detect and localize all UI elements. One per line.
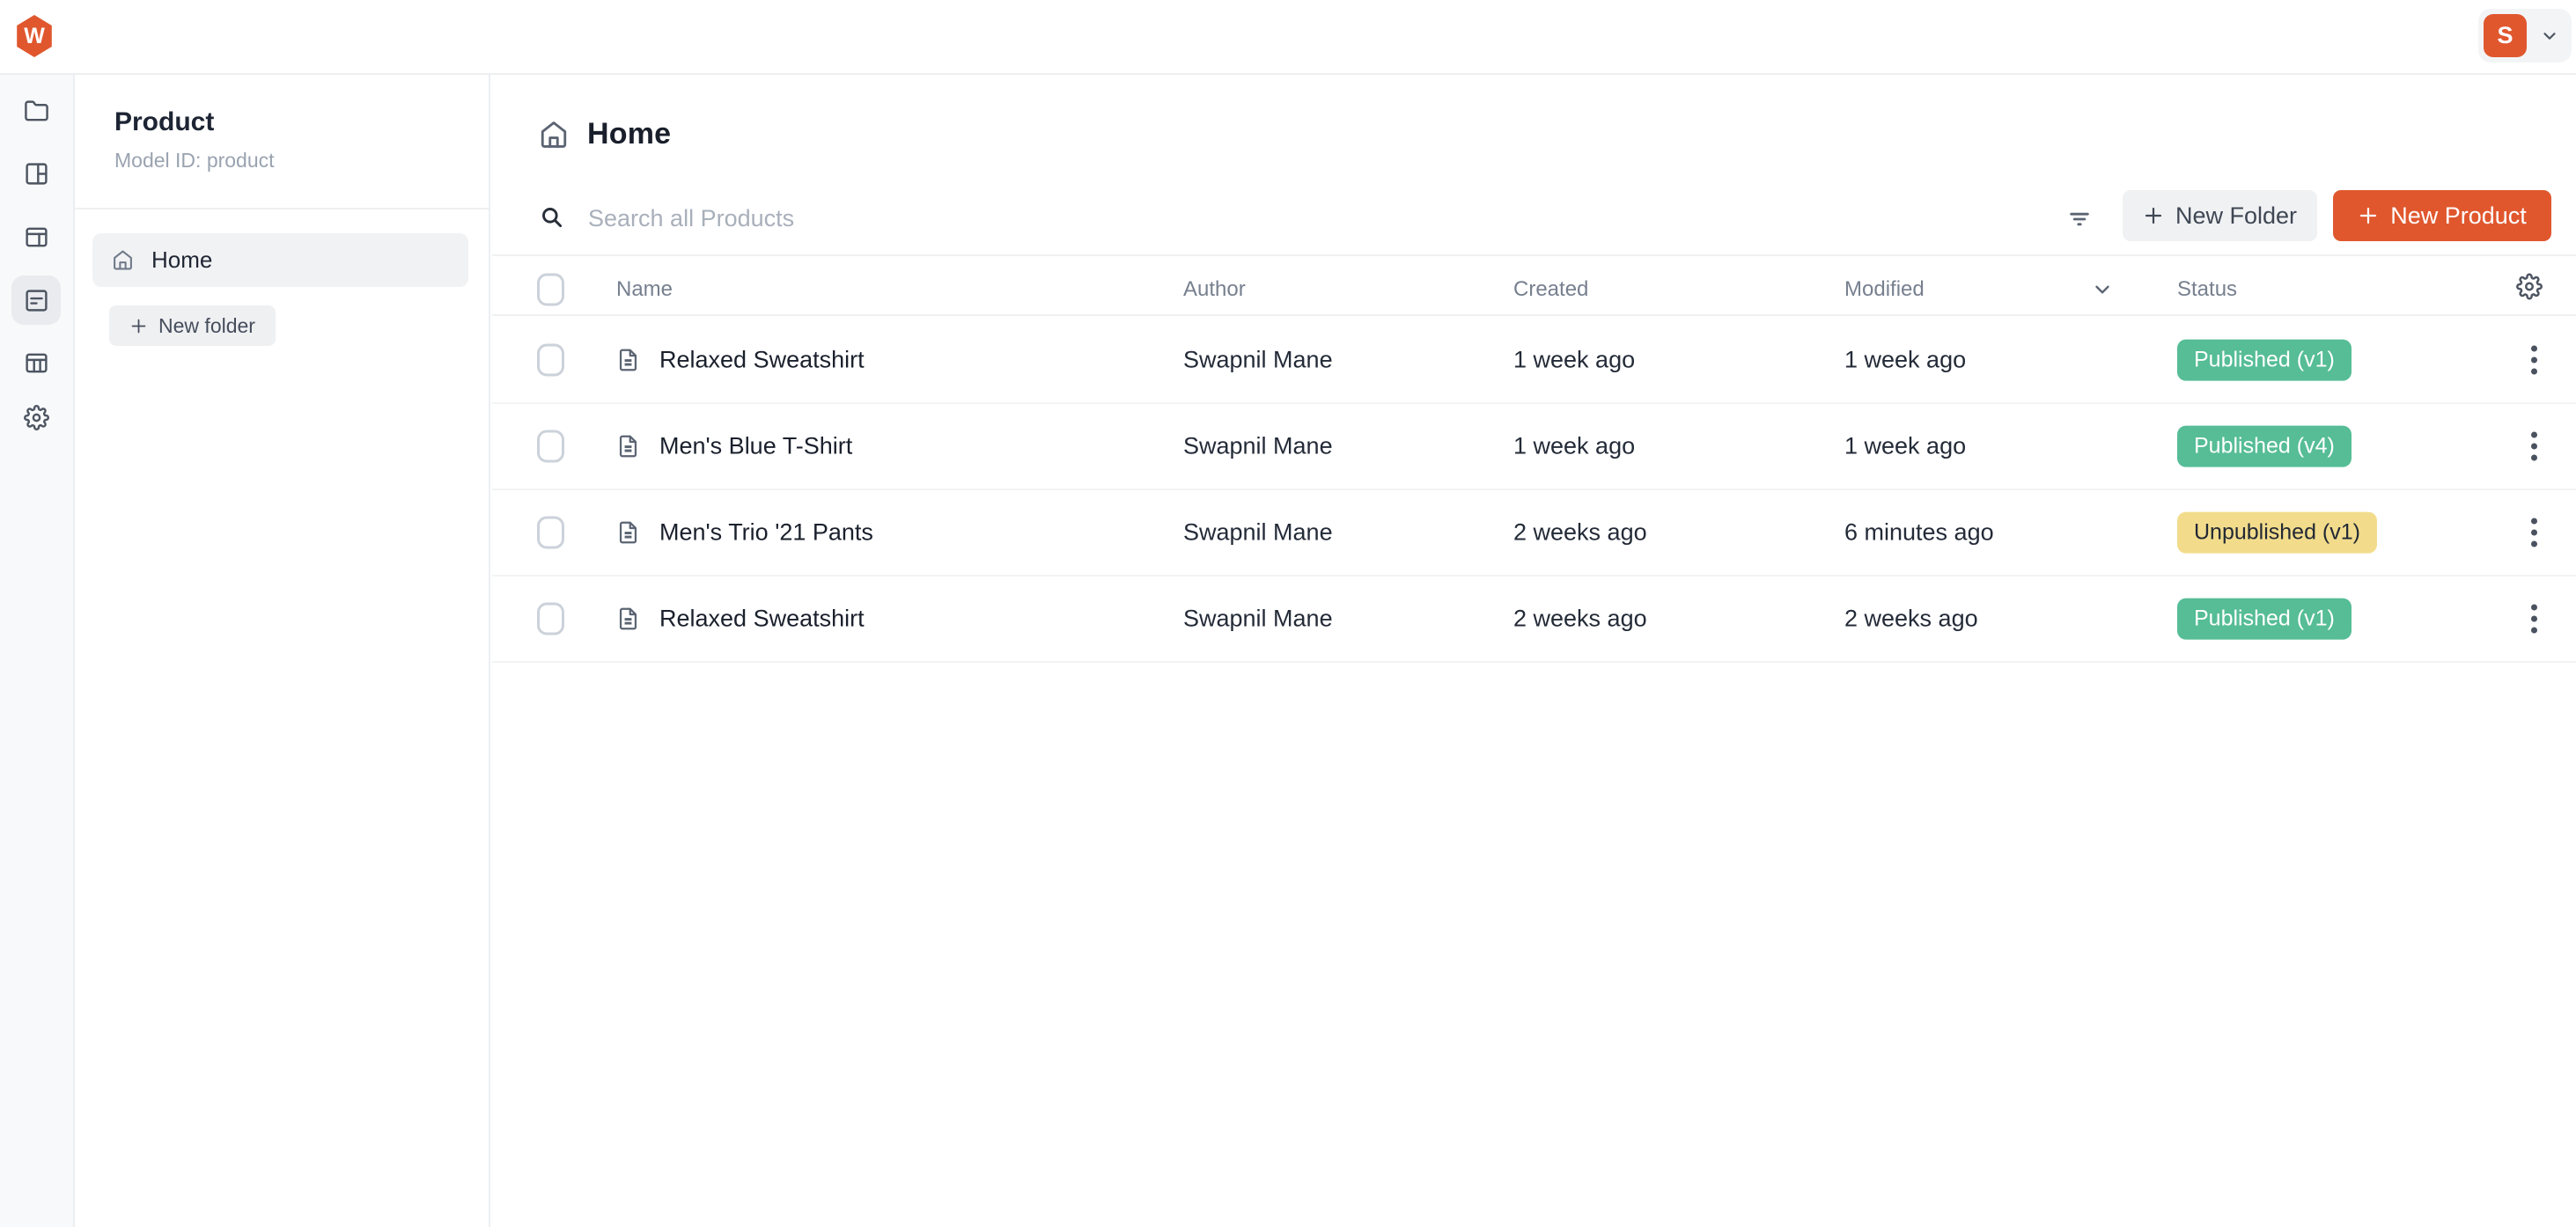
entry-created: 1 week ago [1513,433,1635,460]
content-entry-icon[interactable] [11,276,61,325]
row-checkbox[interactable] [537,344,564,377]
table-row[interactable]: Relaxed Sweatshirt Swapnil Mane 1 week a… [492,318,2576,404]
status-badge: Unpublished (v1) [2177,512,2377,554]
sidebar-item-home[interactable]: Home [92,233,468,287]
toolbar: New Folder New Product [492,187,2576,256]
entry-created: 2 weeks ago [1513,519,1647,547]
user-menu[interactable]: S [2478,9,2572,62]
file-icon [616,347,640,374]
new-product-button[interactable]: New Product [2333,190,2551,241]
column-header-author[interactable]: Author [1183,277,1246,302]
entry-name[interactable]: Men's Trio '21 Pants [659,519,873,547]
main-content: Home New Folder New Product Name Author [492,75,2576,1227]
entry-created: 2 weeks ago [1513,606,1647,633]
entry-author: Swapnil Mane [1183,347,1333,374]
entry-author: Swapnil Mane [1183,433,1333,460]
layout-panel-icon[interactable] [11,149,61,198]
entry-created: 1 week ago [1513,347,1635,374]
model-id-subtitle: Model ID: product [114,149,275,173]
select-all-checkbox[interactable] [537,273,564,305]
page-title: Home [587,117,671,151]
sidebar-new-folder-button[interactable]: New folder [109,305,276,346]
column-header-status[interactable]: Status [2177,277,2237,302]
sidebar-new-folder-label: New folder [158,314,255,338]
entry-name[interactable]: Men's Blue T-Shirt [659,433,852,460]
column-header-modified[interactable]: Modified [1844,277,1925,302]
app-window: W S Product Model ID: product [0,0,2576,1227]
table-body: Relaxed Sweatshirt Swapnil Mane 1 week a… [492,318,2576,663]
entry-author: Swapnil Mane [1183,606,1333,633]
table-row[interactable]: Men's Trio '21 Pants Swapnil Mane 2 week… [492,490,2576,577]
home-icon [112,249,134,271]
settings-icon[interactable] [11,393,61,442]
file-icon [616,519,640,547]
folder-icon[interactable] [11,86,61,136]
row-checkbox[interactable] [537,517,564,549]
table-columns-icon[interactable] [11,338,61,387]
new-folder-label: New Folder [2175,202,2297,230]
column-header-created[interactable]: Created [1513,277,1588,302]
row-menu-dots-icon[interactable] [2526,599,2543,639]
sort-chevron-icon[interactable] [2091,278,2114,301]
entry-modified: 6 minutes ago [1844,519,1994,547]
row-checkbox[interactable] [537,603,564,636]
search-icon [540,205,563,233]
row-checkbox[interactable] [537,430,564,463]
new-product-label: New Product [2390,202,2527,230]
avatar[interactable]: S [2484,14,2527,57]
model-title: Product [114,107,214,137]
table-header: Name Author Created Modified Status [492,264,2576,316]
status-badge: Published (v1) [2177,340,2352,381]
plus-icon [2358,205,2379,226]
entry-author: Swapnil Mane [1183,519,1333,547]
webiny-logo-icon[interactable]: W [15,15,54,57]
column-header-name[interactable]: Name [616,277,673,302]
home-icon [539,120,569,150]
entry-modified: 1 week ago [1844,347,1966,374]
file-icon [616,606,640,633]
app-rail [0,75,75,1227]
sidebar-item-label: Home [151,246,212,274]
entry-modified: 2 weeks ago [1844,606,1978,633]
search-input[interactable] [588,196,1909,240]
file-icon [616,433,640,460]
status-badge: Published (v4) [2177,426,2352,467]
table-row[interactable]: Relaxed Sweatshirt Swapnil Mane 2 weeks … [492,577,2576,663]
top-bar: W S [0,0,2576,75]
plus-icon [2143,205,2164,226]
page-header: Home [539,117,671,151]
chevron-down-icon [2527,26,2572,46]
row-menu-dots-icon[interactable] [2526,341,2543,380]
sidebar-divider [75,208,489,209]
column-settings-gear-icon[interactable] [2516,273,2543,299]
table-row[interactable]: Men's Blue T-Shirt Swapnil Mane 1 week a… [492,404,2576,490]
entry-modified: 1 week ago [1844,433,1966,460]
entry-name[interactable]: Relaxed Sweatshirt [659,606,865,633]
model-sidebar: Product Model ID: product Home New folde… [75,75,490,1227]
entry-name[interactable]: Relaxed Sweatshirt [659,347,865,374]
row-menu-dots-icon[interactable] [2526,513,2543,553]
row-menu-dots-icon[interactable] [2526,427,2543,467]
status-badge: Published (v1) [2177,599,2352,640]
browser-icon[interactable] [11,212,61,261]
new-folder-button[interactable]: New Folder [2123,190,2317,241]
plus-icon [129,317,148,335]
filter-icon[interactable] [2057,196,2102,242]
